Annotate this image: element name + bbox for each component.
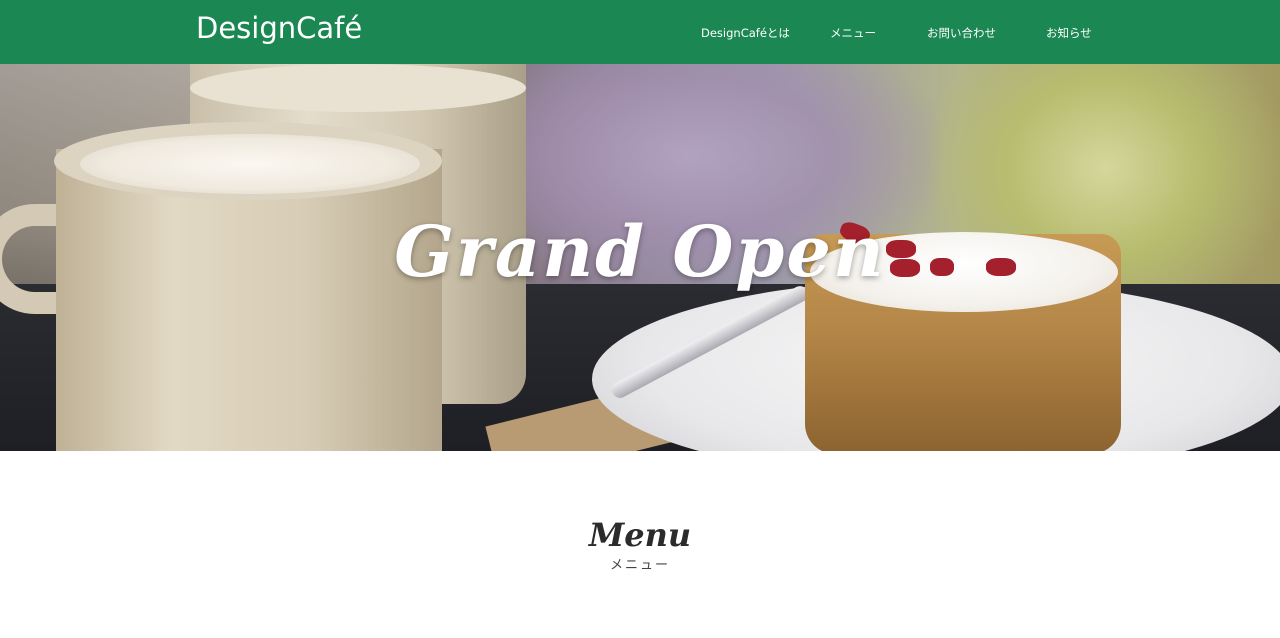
nav-item-news[interactable]: お知らせ: [1046, 26, 1092, 40]
menu-section-title: Menu: [588, 516, 692, 554]
site-logo[interactable]: DesignCafé: [196, 10, 362, 46]
nav-item-about[interactable]: DesignCaféとは: [701, 26, 790, 40]
menu-section-subtitle: メニュー: [609, 558, 670, 573]
hero-title: Grand Open: [394, 210, 886, 293]
coffee-cup-back-rim: [190, 64, 526, 112]
nav-item-menu[interactable]: メニュー: [830, 26, 876, 40]
hero-banner: Grand Open: [0, 64, 1280, 451]
latte-foam-image: [80, 134, 420, 194]
site-header: DesignCafé DesignCaféとは メニュー お問い合わせ お知らせ: [0, 0, 1280, 64]
nav-item-contact[interactable]: お問い合わせ: [927, 26, 996, 40]
